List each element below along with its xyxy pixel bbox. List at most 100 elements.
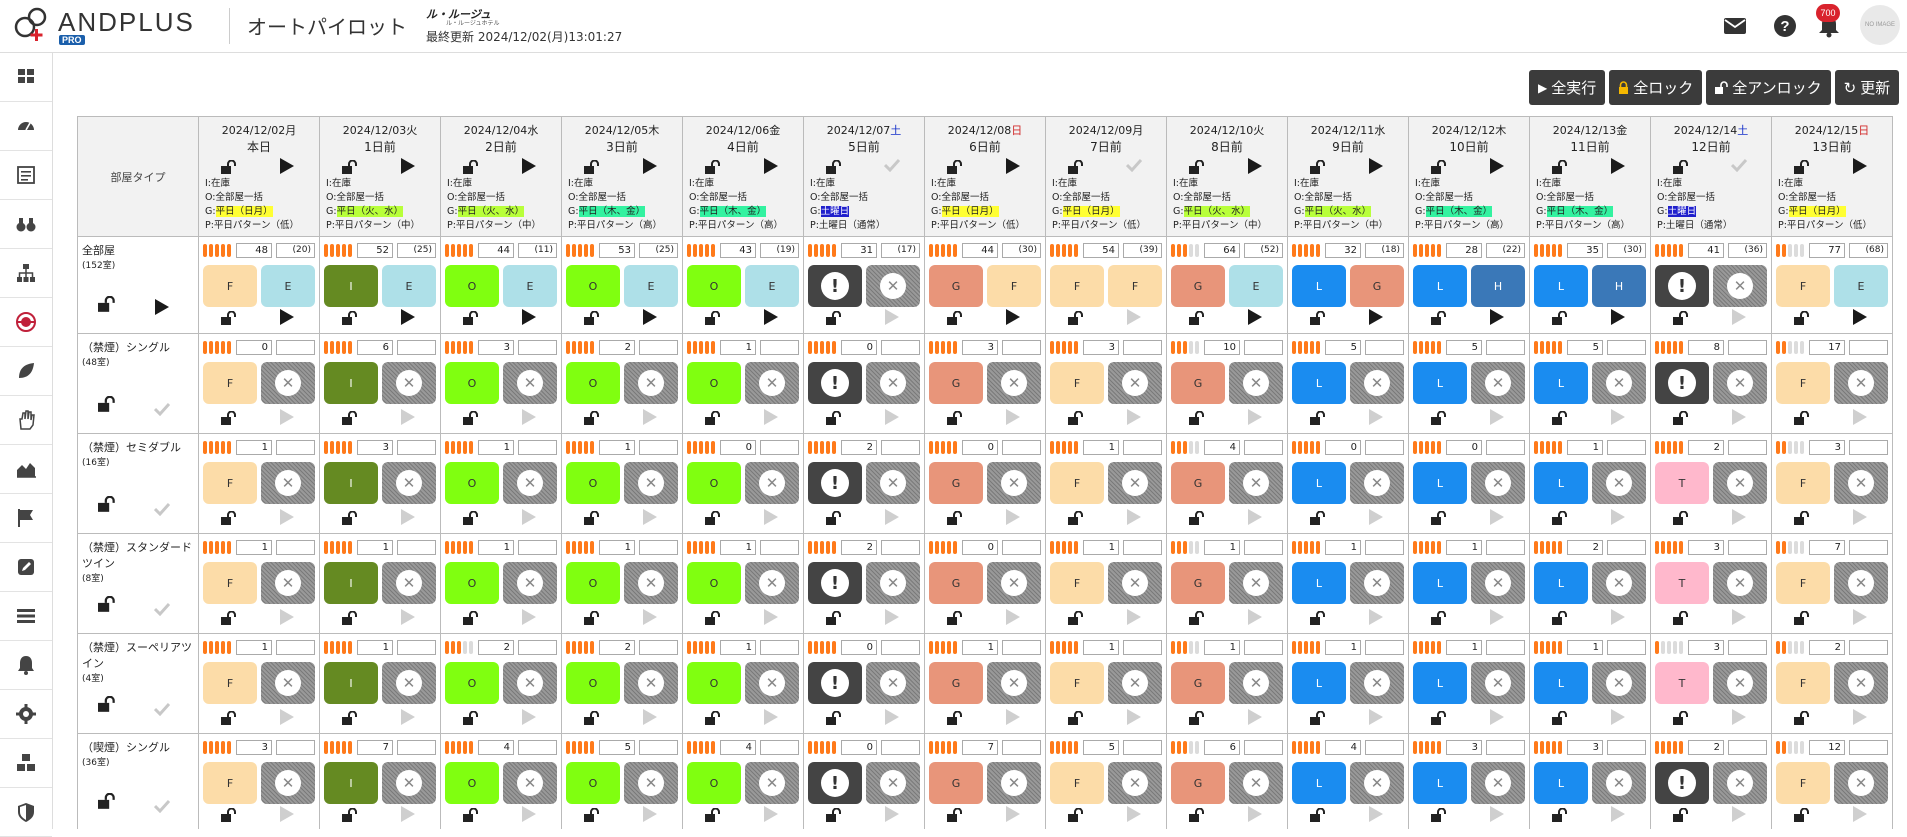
sidebar-item-flag[interactable]	[0, 494, 52, 543]
remaining-rooms-field[interactable]: 4	[720, 740, 756, 755]
rank-tile[interactable]: L	[1413, 562, 1467, 604]
unlock-icon[interactable]	[1673, 310, 1690, 329]
play-icon[interactable]	[400, 805, 416, 827]
remaining-rooms-field[interactable]: 0	[962, 540, 998, 555]
remaining-rooms-field[interactable]: 8	[1688, 340, 1724, 355]
sidebar-item-speedometer[interactable]	[0, 102, 52, 151]
play-icon[interactable]	[1610, 708, 1626, 730]
remaining-rooms-field[interactable]: 10	[1204, 340, 1240, 355]
sub-count-field[interactable]	[1728, 340, 1767, 355]
unlock-icon[interactable]	[1673, 610, 1690, 629]
unlock-icon[interactable]	[1068, 807, 1085, 826]
unlock-icon[interactable]	[1431, 310, 1448, 329]
rank-tile[interactable]: O	[687, 662, 741, 704]
unlock-icon[interactable]	[1189, 510, 1206, 529]
sub-count-field[interactable]	[760, 740, 799, 755]
unlock-icon[interactable]	[221, 410, 238, 429]
rank-tile[interactable]: F	[987, 265, 1041, 307]
play-icon[interactable]	[154, 298, 170, 319]
help-icon[interactable]: ?	[1772, 13, 1798, 39]
sub-count-field[interactable]	[1365, 640, 1404, 655]
sub-count-field[interactable]	[1728, 440, 1767, 455]
sub-count-field[interactable]: (11)	[518, 243, 557, 258]
remaining-rooms-field[interactable]: 1	[357, 640, 393, 655]
sub-count-field[interactable]	[1607, 340, 1646, 355]
remaining-rooms-field[interactable]: 1	[1567, 640, 1603, 655]
rank-tile[interactable]: F	[203, 462, 257, 504]
disabled-tile[interactable]: ✕	[261, 362, 315, 404]
rank-tile[interactable]: O	[566, 462, 620, 504]
remaining-rooms-field[interactable]: 1	[478, 540, 514, 555]
play-icon[interactable]	[1731, 508, 1747, 530]
unlock-icon[interactable]	[98, 595, 117, 615]
play-icon[interactable]	[1610, 308, 1626, 330]
sub-count-field[interactable]	[1244, 340, 1283, 355]
remaining-rooms-field[interactable]: 5	[1446, 340, 1482, 355]
play-icon[interactable]	[521, 708, 537, 730]
sub-count-field[interactable]	[1002, 340, 1041, 355]
unlock-icon[interactable]	[1794, 410, 1811, 429]
alert-tile[interactable]: !	[808, 662, 862, 704]
disabled-tile[interactable]: ✕	[987, 662, 1041, 704]
rank-tile[interactable]: L	[1292, 462, 1346, 504]
rank-tile[interactable]: F	[1050, 462, 1104, 504]
disabled-tile[interactable]: ✕	[1834, 562, 1888, 604]
unlock-icon[interactable]	[221, 710, 238, 729]
rank-tile[interactable]: G	[929, 462, 983, 504]
sub-count-field[interactable]	[1123, 640, 1162, 655]
remaining-rooms-field[interactable]: 1	[962, 640, 998, 655]
play-icon[interactable]	[1005, 408, 1021, 430]
disabled-tile[interactable]: ✕	[1713, 265, 1767, 307]
play-icon[interactable]	[1126, 805, 1142, 827]
sub-count-field[interactable]	[397, 440, 436, 455]
rank-tile[interactable]: L	[1534, 462, 1588, 504]
disabled-tile[interactable]: ✕	[1229, 662, 1283, 704]
unlock-icon[interactable]	[584, 159, 601, 178]
remaining-rooms-field[interactable]: 2	[478, 640, 514, 655]
disabled-tile[interactable]: ✕	[382, 462, 436, 504]
play-icon[interactable]	[763, 708, 779, 730]
mail-icon[interactable]	[1722, 13, 1748, 39]
unlock-icon[interactable]	[1310, 410, 1327, 429]
sidebar-item-cubes[interactable]	[0, 739, 52, 788]
remaining-rooms-field[interactable]: 1	[357, 540, 393, 555]
remaining-rooms-field[interactable]: 17	[1809, 340, 1845, 355]
unlock-icon[interactable]	[1310, 310, 1327, 329]
unlock-icon[interactable]	[705, 159, 722, 178]
unlock-icon[interactable]	[826, 807, 843, 826]
rank-tile[interactable]: L	[1292, 362, 1346, 404]
remaining-rooms-field[interactable]: 3	[1446, 740, 1482, 755]
remaining-rooms-field[interactable]: 77	[1809, 243, 1845, 258]
remaining-rooms-field[interactable]: 1	[720, 340, 756, 355]
unlock-icon[interactable]	[98, 792, 117, 812]
rank-tile[interactable]: O	[445, 662, 499, 704]
sub-count-field[interactable]	[276, 340, 315, 355]
unlock-icon[interactable]	[1431, 510, 1448, 529]
sub-count-field[interactable]	[397, 640, 436, 655]
disabled-tile[interactable]: ✕	[382, 562, 436, 604]
sub-count-field[interactable]	[518, 640, 557, 655]
play-icon[interactable]	[1610, 608, 1626, 630]
sub-count-field[interactable]	[1002, 740, 1041, 755]
unlock-icon[interactable]	[1673, 807, 1690, 826]
rank-tile[interactable]: F	[203, 265, 257, 307]
remaining-rooms-field[interactable]: 7	[962, 740, 998, 755]
rank-tile[interactable]: I	[324, 662, 378, 704]
disabled-tile[interactable]: ✕	[1108, 462, 1162, 504]
remaining-rooms-field[interactable]: 31	[841, 243, 877, 258]
lock-all-button[interactable]: 全ロック	[1609, 70, 1703, 105]
unlock-icon[interactable]	[1794, 807, 1811, 826]
unlock-icon[interactable]	[342, 610, 359, 629]
rank-tile[interactable]: L	[1292, 762, 1346, 804]
sub-count-field[interactable]	[760, 440, 799, 455]
play-icon[interactable]	[521, 508, 537, 530]
disabled-tile[interactable]: ✕	[987, 762, 1041, 804]
rank-tile[interactable]: G	[1171, 462, 1225, 504]
disabled-tile[interactable]: ✕	[1713, 562, 1767, 604]
remaining-rooms-field[interactable]: 1	[1446, 540, 1482, 555]
unlock-icon[interactable]	[342, 710, 359, 729]
sidebar-item-list[interactable]	[0, 592, 52, 641]
rank-tile[interactable]: E	[503, 265, 557, 307]
unlock-icon[interactable]	[584, 510, 601, 529]
rank-tile[interactable]: F	[1050, 265, 1104, 307]
